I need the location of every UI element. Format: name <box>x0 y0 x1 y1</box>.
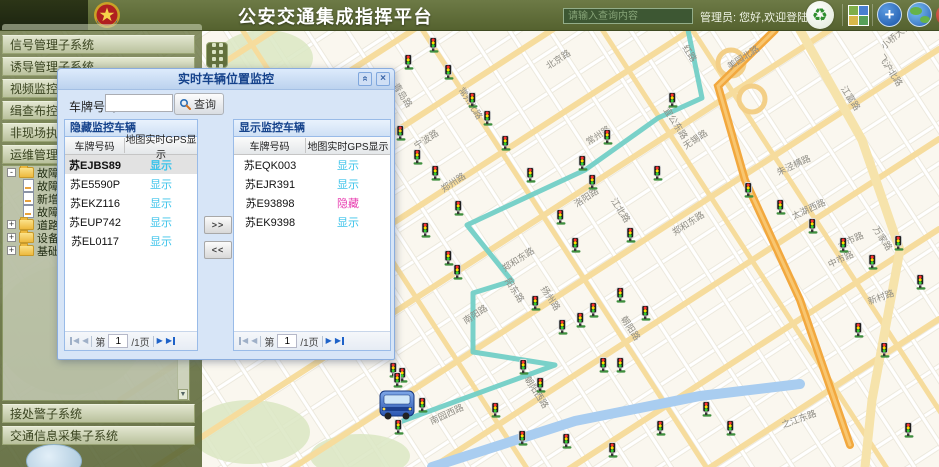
plate-number-cell: 苏EJBS89 <box>65 157 125 173</box>
move-right-button[interactable]: >> <box>204 216 232 234</box>
zoom-in-icon[interactable]: + <box>877 2 902 27</box>
table-row[interactable]: 苏EK9398显示 <box>234 212 390 231</box>
gps-toggle-link[interactable]: 显示 <box>125 214 197 230</box>
sidebar-system-item[interactable]: 信号管理子系统 <box>2 35 195 54</box>
plate-number-cell: 苏E5590P <box>65 176 125 192</box>
gps-toggle-link[interactable]: 显示 <box>125 157 197 173</box>
table-row[interactable]: 苏E5590P显示 <box>65 174 197 193</box>
shown-vehicles-panel: 显示监控车辆 车牌号码地图实时GPS显示 苏EQK003显示苏EJR391显示苏… <box>233 119 391 351</box>
table-row[interactable]: 苏EUP742显示 <box>65 212 197 231</box>
grid-header: 车牌号码地图实时GPS显示 <box>65 137 197 155</box>
page-next-button[interactable]: ▶ <box>157 337 163 345</box>
sidebar-top-edge <box>2 24 202 30</box>
collapse-icon[interactable]: « <box>358 72 372 86</box>
map-panel-handle[interactable] <box>206 42 228 68</box>
table-row[interactable]: 苏EJR391显示 <box>234 174 390 193</box>
gps-toggle-link[interactable]: 显示 <box>306 176 390 192</box>
pagination-bar: ◀◀ 第/1页 ▶▶ <box>65 331 197 350</box>
pager-separator <box>260 336 261 347</box>
plate-number-cell: 苏EK9398 <box>234 214 306 230</box>
page-prev-button[interactable]: ◀ <box>251 337 257 345</box>
gps-toggle-link[interactable]: 显示 <box>125 176 197 192</box>
tree-toggle-icon[interactable]: - <box>7 168 16 177</box>
gps-toggle-link[interactable]: 显示 <box>306 214 390 230</box>
document-icon <box>23 179 34 192</box>
gps-toggle-link[interactable]: 显示 <box>306 157 390 173</box>
page-label: 第 <box>95 334 105 349</box>
hidden-vehicles-panel: 隐藏监控车辆 车牌号码地图实时GPS显示 苏EJBS89显示苏E5590P显示苏… <box>64 119 198 351</box>
plate-number-cell: 苏EKZ116 <box>65 195 125 211</box>
sidebar-system-item[interactable]: 交通信息采集子系统 <box>2 426 195 445</box>
pagination-bar: ◀◀ 第/1页 ▶▶ <box>234 331 390 350</box>
page-prev-button[interactable]: ◀ <box>82 337 88 345</box>
page-total-label: /1页 <box>300 334 318 349</box>
page-last-button[interactable]: ▶ <box>335 337 345 345</box>
column-header-plate[interactable]: 车牌号码 <box>65 138 125 153</box>
toolbar-separator <box>872 4 873 26</box>
gps-toggle-link[interactable]: 显示 <box>125 233 197 249</box>
page-total-label: /1页 <box>131 334 149 349</box>
dialog-title: 实时车辆位置监控 <box>178 72 274 86</box>
folder-icon <box>19 245 34 256</box>
plate-number-cell: 苏EUP742 <box>65 214 125 230</box>
gps-toggle-link[interactable]: 隐藏 <box>306 195 390 211</box>
plate-number-cell: 苏EJR391 <box>234 176 306 192</box>
top-bar: 公安交通集成指挥平台 管理员: 您好,欢迎登陆使用 ♻ + <box>0 0 939 31</box>
table-row[interactable]: 苏EL0117显示 <box>65 231 197 250</box>
folder-icon <box>19 219 34 230</box>
recycle-icon[interactable]: ♻ <box>806 1 834 29</box>
tree-toggle-icon[interactable]: + <box>7 246 16 255</box>
sidebar-systems-bottom: 接处警子系统交通信息采集子系统 <box>2 404 195 448</box>
app-title: 公安交通集成指挥平台 <box>238 3 433 29</box>
table-row[interactable]: 苏EJBS89显示 <box>65 155 197 174</box>
police-bus-icon[interactable] <box>380 391 414 420</box>
page-first-button[interactable]: ◀ <box>69 337 79 345</box>
grid-body: 苏EJBS89显示苏E5590P显示苏EKZ116显示苏EUP742显示苏EL0… <box>65 155 197 336</box>
page-number-input[interactable] <box>277 334 297 348</box>
toolbar-separator <box>842 4 843 26</box>
folder-icon <box>19 167 34 178</box>
page-last-button[interactable]: ▶ <box>166 337 176 345</box>
plate-number-cell: 苏E93898 <box>234 195 306 211</box>
search-icon <box>179 98 191 110</box>
tree-toggle-icon[interactable]: + <box>7 220 16 229</box>
plate-number-input[interactable] <box>105 94 173 112</box>
query-button-label: 查询 <box>194 96 216 112</box>
map-tiles-icon[interactable] <box>848 5 869 26</box>
table-row[interactable]: 苏E93898隐藏 <box>234 193 390 212</box>
scroll-down-icon[interactable]: ▼ <box>178 389 188 400</box>
page-next-button[interactable]: ▶ <box>326 337 332 345</box>
move-left-button[interactable]: << <box>204 241 232 259</box>
gps-toggle-link[interactable]: 显示 <box>125 195 197 211</box>
vehicle-monitor-dialog: 实时车辆位置监控 « × 车牌号码: 查询 隐藏监控车辆 车牌号码地图实时GPS… <box>57 68 395 360</box>
plate-number-cell: 苏EL0117 <box>65 233 125 249</box>
page-first-button[interactable]: ◀ <box>238 337 248 345</box>
dialog-titlebar[interactable]: 实时车辆位置监控 <box>58 69 394 90</box>
query-button[interactable]: 查询 <box>174 93 224 115</box>
column-header-plate[interactable]: 车牌号码 <box>234 138 306 153</box>
table-row[interactable]: 苏EKZ116显示 <box>65 193 197 212</box>
global-search-input[interactable] <box>563 8 693 24</box>
panel-title: 显示监控车辆 <box>234 120 390 137</box>
folder-icon <box>19 232 34 243</box>
grid-body: 苏EQK003显示苏EJR391显示苏E93898隐藏苏EK9398显示 <box>234 155 390 336</box>
globe-icon[interactable] <box>907 2 932 27</box>
table-row[interactable]: 苏EQK003显示 <box>234 155 390 174</box>
plate-number-cell: 苏EQK003 <box>234 157 306 173</box>
tree-toggle-icon[interactable]: + <box>7 233 16 242</box>
grid-header: 车牌号码地图实时GPS显示 <box>234 137 390 155</box>
app-root: 北京路青岛路美园北路小桥大街宁波路常州北路常州路郑州路洛阳路江北路郑和东路郑和东… <box>0 0 939 467</box>
page-number-input[interactable] <box>108 334 128 348</box>
pager-separator <box>153 336 154 347</box>
document-icon <box>23 192 34 205</box>
page-label: 第 <box>264 334 274 349</box>
pager-separator <box>322 336 323 347</box>
column-header-gps[interactable]: 地图实时GPS显示 <box>306 138 390 153</box>
close-icon[interactable]: × <box>376 72 390 86</box>
pager-separator <box>91 336 92 347</box>
sidebar-system-item[interactable]: 接处警子系统 <box>2 404 195 423</box>
